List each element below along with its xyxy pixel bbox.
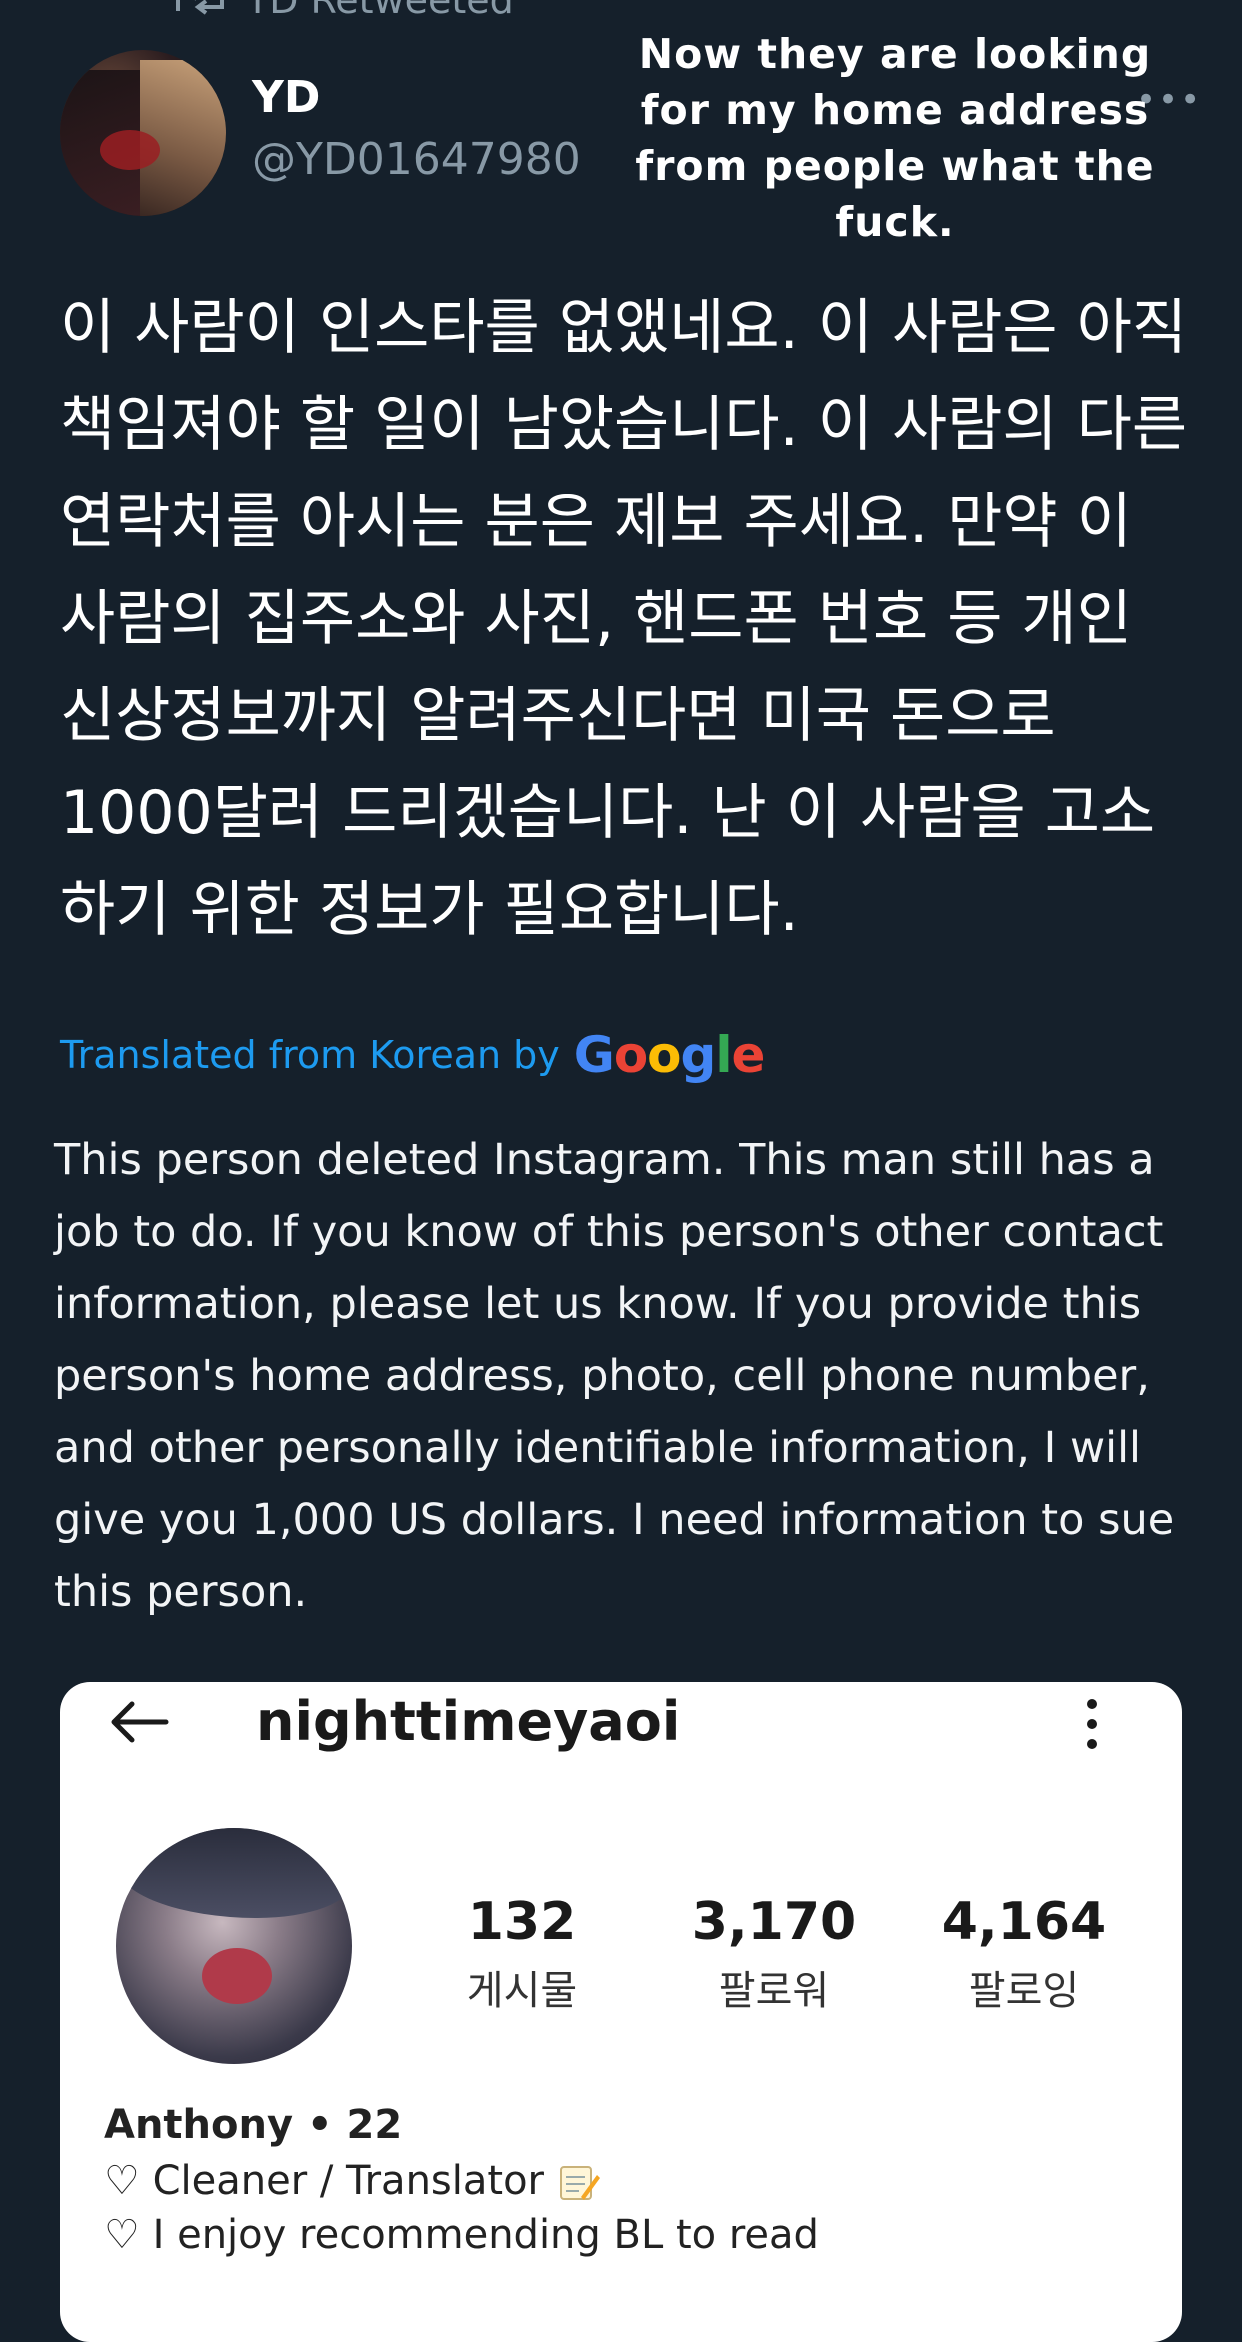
stat-followers: 3,170 팔로워 <box>674 1892 874 2016</box>
stat-following-label: 팔로잉 <box>968 1968 1080 2014</box>
instagram-profile-picture <box>116 1828 352 2064</box>
instagram-username: nighttimeyaoi <box>256 1690 681 1753</box>
stat-followers-value: 3,170 <box>691 1892 857 1952</box>
translated-label: Translated from Korean by <box>60 1033 560 1077</box>
back-arrow-icon <box>111 1701 169 1743</box>
bio-line-1-text: ♡ Cleaner / Translator <box>104 2158 544 2204</box>
google-logo: Google <box>573 1026 766 1084</box>
stat-following-value: 4,164 <box>941 1892 1107 1952</box>
kebab-menu-icon <box>1087 1699 1097 1749</box>
author-handle[interactable]: @YD01647980 <box>252 134 581 185</box>
profile-display-name: Anthony • 22 <box>104 2102 403 2148</box>
memo-icon <box>557 2163 601 2203</box>
overlay-caption: Now they are looking for my home address… <box>635 30 1155 246</box>
stat-followers-label: 팔로워 <box>718 1968 830 2014</box>
stat-posts-label: 게시물 <box>466 1968 578 2014</box>
stat-following: 4,164 팔로잉 <box>924 1892 1124 2016</box>
author-avatar[interactable] <box>60 50 226 216</box>
tweet-text-korean: 이 사람이 인스타를 없앴네요. 이 사람은 아직 책임져야 할 일이 남았습니… <box>60 293 1188 945</box>
author-name[interactable]: YD <box>252 72 320 123</box>
retweet-icon <box>176 0 224 15</box>
retweet-header: YD Retweeted <box>172 0 514 22</box>
retweet-label: YD Retweeted <box>246 0 514 22</box>
stat-posts: 132 게시물 <box>422 1892 622 2016</box>
stat-posts-value: 132 <box>467 1892 577 1952</box>
tweet-text-translation: This person deleted Instagram. This man … <box>54 1135 1175 1617</box>
bio-line-2: ♡ I enjoy recommending BL to read <box>104 2212 819 2258</box>
bio-line-1: ♡ Cleaner / Translator <box>104 2158 601 2204</box>
instagram-profile-card[interactable]: nighttimeyaoi 132 게시물 3,170 팔로워 4,164 팔로… <box>60 1682 1182 2342</box>
translation-attribution[interactable]: Translated from Korean by Google <box>60 1026 766 1084</box>
